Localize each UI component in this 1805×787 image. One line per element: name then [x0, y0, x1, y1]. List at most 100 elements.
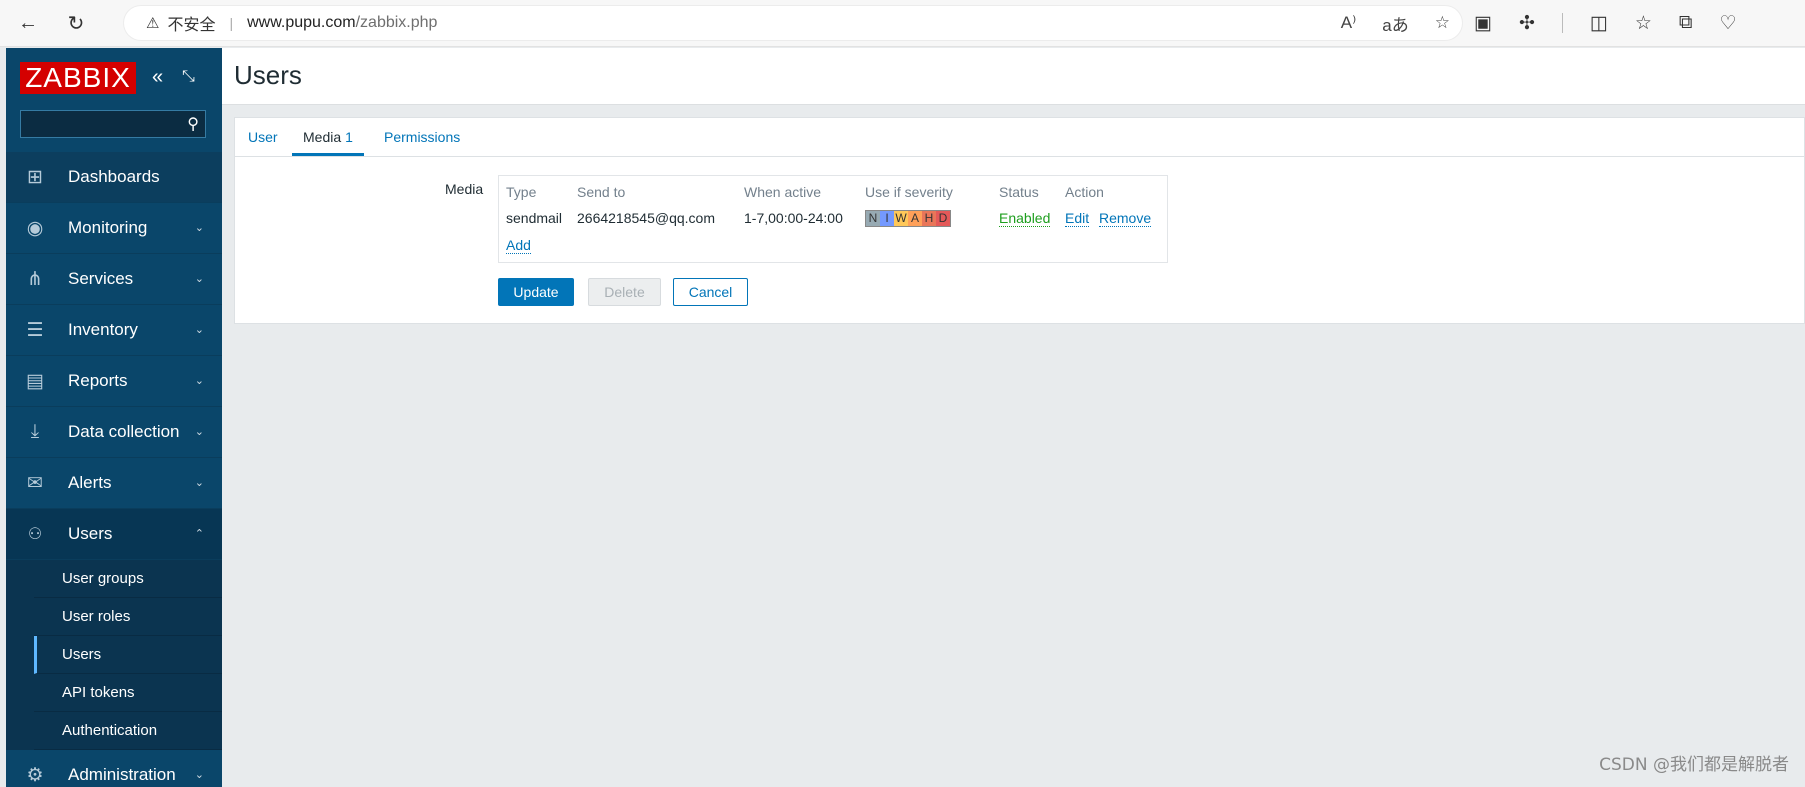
submenu-item-user-groups[interactable]: User groups [34, 560, 222, 598]
chevron-down-icon: ⌄ [194, 222, 204, 234]
column-header-when-active: When active [744, 184, 822, 200]
column-header-send-to: Send to [577, 184, 626, 200]
translate-icon[interactable]: aあ [1382, 11, 1408, 36]
column-header-severity: Use if severity [865, 184, 953, 200]
submenu-item-users[interactable]: Users [34, 636, 222, 674]
tab-user[interactable]: User [248, 118, 278, 155]
menu-label: Inventory [68, 320, 138, 339]
menu-item-administration[interactable]: ⚙ Administration ⌄ [6, 750, 222, 787]
favorites-icon[interactable]: ☆ [1635, 12, 1652, 35]
remove-media-link[interactable]: Remove [1099, 210, 1152, 227]
eye-icon: ◉ [26, 217, 44, 239]
edit-media-link[interactable]: Edit [1065, 210, 1090, 227]
tab-permissions[interactable]: Permissions [384, 118, 460, 155]
search-icon[interactable]: ⚲ [187, 114, 199, 134]
address-separator: | [229, 15, 234, 31]
severity-high: H [922, 211, 936, 226]
media-table: Type Send to When active Use if severity… [498, 175, 1168, 263]
url-host: www.pupu.com [247, 14, 356, 31]
chevron-down-icon: ⌄ [194, 375, 204, 387]
tab-label: Media [303, 129, 342, 145]
address-bar[interactable]: ⚠ 不安全 | www.pupu.com/zabbix.php A⁾ aあ ☆ [124, 6, 1462, 40]
column-header-action: Action [1065, 184, 1104, 200]
tab-media[interactable]: Media 1 [292, 118, 364, 156]
reload-icon[interactable]: ↻ [56, 5, 96, 41]
chevron-down-icon: ⌄ [194, 426, 204, 438]
menu-label: Monitoring [68, 218, 148, 237]
severity-indicator: N I W A H D [865, 210, 951, 227]
chevron-down-icon: ⌄ [194, 477, 204, 489]
add-media-link[interactable]: Add [506, 237, 531, 254]
users-icon: ⚇ [27, 526, 43, 543]
media-send-to-cell: 2664218545@qq.com [577, 210, 715, 226]
cancel-button[interactable]: Cancel [673, 278, 748, 306]
back-icon[interactable]: ← [8, 5, 48, 41]
dashboard-icon: ⊞ [27, 166, 43, 188]
gear-icon: ⚙ [26, 764, 44, 786]
menu-label: Data collection [68, 422, 180, 441]
submenu-item-api-tokens[interactable]: API tokens [34, 674, 222, 712]
severity-warning: W [894, 211, 908, 226]
menu-item-services[interactable]: ⋔ Services ⌄ [6, 254, 222, 305]
url-text[interactable]: www.pupu.com/zabbix.php [247, 14, 437, 32]
watermark: CSDN @我们都是解脱者 [1599, 755, 1789, 775]
menu-item-users[interactable]: ⚇ Users ⌃ [6, 509, 222, 560]
menu-label: Alerts [68, 473, 112, 492]
kiosk-mode-icon[interactable]: ⤡ [182, 68, 195, 86]
url-path: /zabbix.php [355, 14, 438, 31]
update-button[interactable]: Update [498, 278, 574, 306]
list-icon: ☰ [26, 319, 44, 341]
submenu-item-user-roles[interactable]: User roles [34, 598, 222, 636]
column-header-type: Type [506, 184, 537, 200]
menu-item-reports[interactable]: ▤ Reports ⌄ [6, 356, 222, 407]
toolbar-divider [1561, 13, 1563, 33]
status-enabled-link[interactable]: Enabled [999, 210, 1051, 227]
menu-label: Users [68, 524, 113, 543]
services-icon: ⋔ [27, 268, 43, 290]
collapse-sidebar-icon[interactable]: « [152, 66, 163, 89]
users-submenu: User groups User roles Users API tokens … [6, 560, 222, 750]
menu-label: Administration [68, 765, 176, 784]
menu-item-dashboards[interactable]: ⊞ Dashboards [6, 152, 222, 203]
chevron-down-icon: ⌄ [194, 324, 204, 336]
severity-information: I [880, 211, 894, 226]
menu-item-alerts[interactable]: ✉ Alerts ⌄ [6, 458, 222, 509]
menu-label: Services [68, 269, 134, 288]
favorite-star-icon[interactable]: ☆ [1435, 13, 1450, 33]
column-header-status: Status [999, 184, 1039, 200]
sidebar: ZABBIX « ⤡ ⚲ ⊞ Dashboards ◉ Monitoring ⌄… [6, 48, 222, 787]
warning-icon[interactable]: ⚠ [146, 14, 159, 32]
menu-item-inventory[interactable]: ☰ Inventory ⌄ [6, 305, 222, 356]
severity-not-classified: N [866, 211, 880, 226]
severity-average: A [908, 211, 922, 226]
tab-count-badge: 1 [345, 129, 353, 145]
security-warning[interactable]: 不安全 [167, 11, 215, 35]
page-header: Users [222, 48, 1805, 105]
submenu-item-authentication[interactable]: Authentication [34, 712, 222, 750]
extensions-puzzle-icon[interactable]: ✣ [1519, 12, 1535, 35]
chevron-down-icon: ⌄ [194, 769, 204, 781]
read-aloud-icon[interactable]: A⁾ [1341, 13, 1357, 33]
page-title: Users [234, 60, 302, 90]
zabbix-logo[interactable]: ZABBIX [20, 62, 136, 94]
extension-app-icon[interactable]: ▣ [1474, 12, 1492, 35]
browser-essentials-icon[interactable]: ♡ [1719, 12, 1736, 35]
delete-button[interactable]: Delete [588, 278, 661, 306]
browser-toolbar: ← ↻ ⚠ 不安全 | www.pupu.com/zabbix.php A⁾ a… [0, 0, 1805, 47]
chevron-down-icon: ⌄ [194, 273, 204, 285]
tab-bar: User Media 1 Permissions [235, 118, 1804, 157]
media-field-label: Media [445, 181, 484, 197]
collections-icon[interactable]: ⧉ [1679, 12, 1693, 34]
chevron-up-icon: ⌃ [194, 528, 204, 540]
main-menu: ⊞ Dashboards ◉ Monitoring ⌄ ⋔ Services ⌄… [6, 152, 222, 787]
media-when-active-cell: 1-7,00:00-24:00 [744, 210, 843, 226]
severity-disaster: D [936, 211, 950, 226]
split-screen-icon[interactable]: ◫ [1590, 12, 1608, 35]
media-type-cell: sendmail [506, 210, 563, 226]
download-icon: ⤓ [30, 421, 40, 442]
menu-item-data-collection[interactable]: ⤓ Data collection ⌄ [6, 407, 222, 458]
sidebar-search-input[interactable]: ⚲ [20, 110, 206, 138]
envelope-icon: ✉ [27, 472, 43, 494]
menu-item-monitoring[interactable]: ◉ Monitoring ⌄ [6, 203, 222, 254]
menu-label: Dashboards [68, 167, 160, 186]
